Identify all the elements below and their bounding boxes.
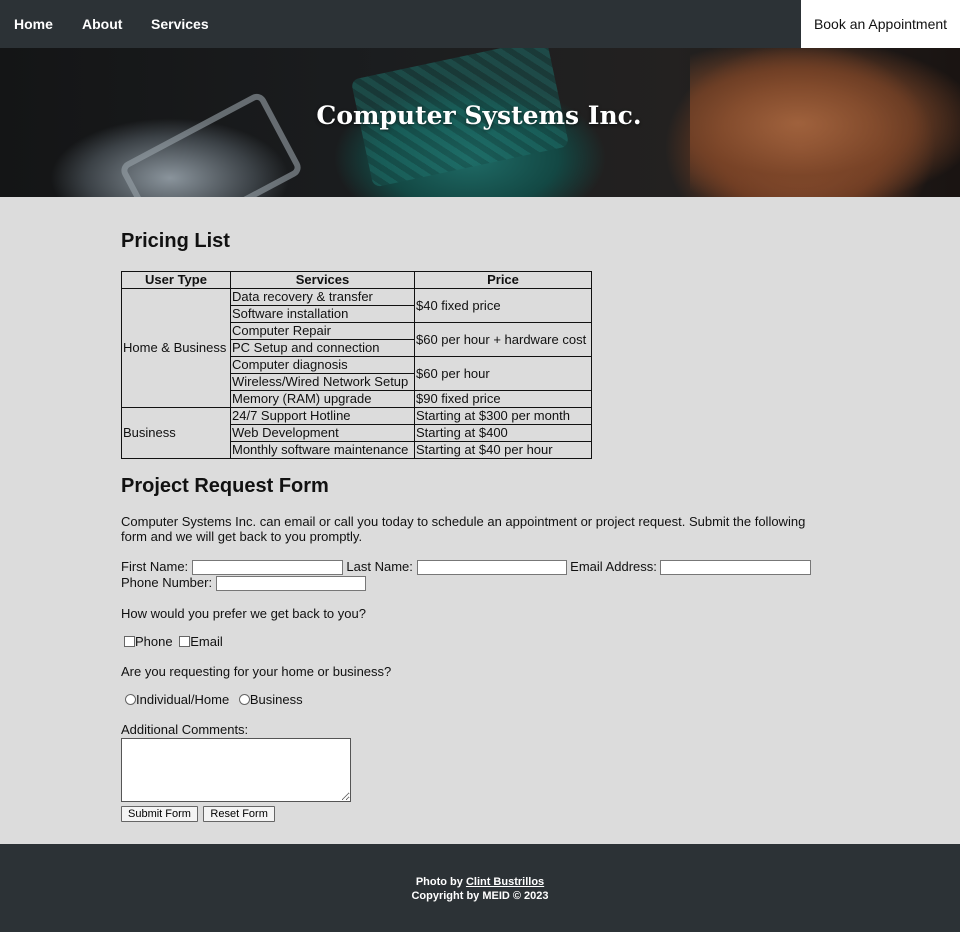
comments-label: Additional Comments: [121,722,249,738]
service-cell: Data recovery & transfer [230,288,415,306]
table-header: User Type [121,271,231,289]
table-header: Services [230,271,415,289]
form-heading: Project Request Form [121,475,329,497]
service-cell: 24/7 Support Hotline [230,407,415,425]
phone-label: Phone Number: [121,575,213,591]
comments-textarea[interactable] [121,738,351,803]
contact-options: Phone Email [121,634,841,649]
table-row: Home & Business Data recovery & transfer… [121,288,592,408]
email-checkbox[interactable] [179,636,191,648]
service-cell: Wireless/Wired Network Setup [230,373,415,391]
service-cell: Computer diagnosis [230,356,415,374]
individual-home-label: Individual/Home [136,692,230,708]
price-cell: $60 per hour [414,356,592,391]
copyright: Copyright by MEID © 2023 [411,890,549,902]
price-cell: $60 per hour + hardware cost [414,322,592,357]
contact-question: How would you prefer we get back to you? [121,606,366,622]
hero-banner: Computer Systems Inc. [0,48,960,197]
first-name-input[interactable] [191,560,343,576]
user-type-cell: Business [121,407,231,459]
price-cell: Starting at $40 per hour [414,441,592,459]
form-intro: Computer Systems Inc. can email or call … [121,514,806,544]
photo-credit-link[interactable]: Clint Bustrillos [466,876,544,888]
individual-home-radio[interactable] [125,694,136,706]
service-cell: PC Setup and connection [230,339,415,357]
type-question: Are you requesting for your home or busi… [121,664,392,680]
nav-services[interactable]: Services [151,0,209,48]
form-buttons: Submit Form Reset Form [121,804,841,823]
phone-checkbox[interactable] [124,636,135,648]
phone-input[interactable] [215,576,366,592]
email-input[interactable] [660,560,812,576]
user-type-cell: Home & Business [121,288,231,408]
email-option-label: Email [190,634,223,650]
business-label: Business [249,692,303,708]
contact-fields: First Name: Last Name: Email Address: Ph… [121,559,841,592]
reset-form-button[interactable]: Reset Form [203,806,275,823]
price-cell: Starting at $400 [414,424,592,442]
nav-home[interactable]: Home [14,0,53,48]
service-cell: Monthly software maintenance [230,441,415,459]
hero-title: Computer Systems Inc. [316,101,642,130]
table-row: Business 24/7 Support Hotline Starting a… [121,407,592,459]
table-header: Price [414,271,592,289]
pricing-table: User Type Services Price Home & Business… [121,271,592,459]
main-content: Pricing List User Type Services Price Ho… [121,197,841,823]
submit-form-button[interactable]: Submit Form [121,806,198,823]
first-name-label: First Name: [121,559,189,574]
price-cell: $90 fixed price [414,390,592,408]
top-nav: Home About Services Book an Appointment [0,0,960,48]
photo-prefix: Photo by [415,876,463,888]
service-cell: Computer Repair [230,322,415,340]
footer: Photo by Clint Bustrillos Copyright by M… [0,844,960,932]
nav-about[interactable]: About [82,0,122,48]
type-options: Individual/Home Business [121,692,841,707]
pricing-heading: Pricing List [121,230,230,252]
book-appointment-button[interactable]: Book an Appointment [801,0,960,48]
service-cell: Software installation [230,305,415,323]
service-cell: Web Development [230,424,415,442]
price-cell: $40 fixed price [414,288,592,323]
service-cell: Memory (RAM) upgrade [230,390,415,408]
email-label: Email Address: [570,559,657,574]
price-cell: Starting at $300 per month [414,407,592,425]
last-name-input[interactable] [416,560,567,576]
photo-credit-line: Photo by Clint Bustrillos [0,876,960,888]
table-header-row: User Type Services Price [121,271,592,289]
phone-option-label: Phone [135,634,173,650]
last-name-label: Last Name: [346,559,413,574]
business-radio[interactable] [238,694,250,706]
